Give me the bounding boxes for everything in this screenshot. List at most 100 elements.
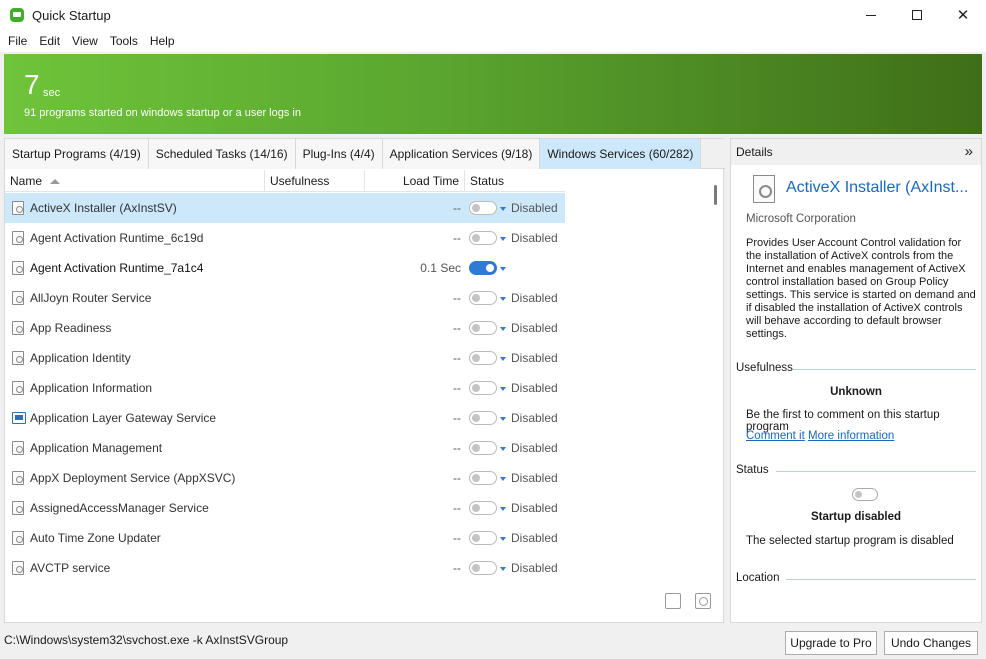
chevron-down-icon[interactable]	[500, 537, 506, 541]
chevron-down-icon[interactable]	[500, 447, 506, 451]
detail-title: ActiveX Installer (AxInst...	[786, 179, 969, 196]
chevron-down-icon[interactable]	[500, 237, 506, 241]
location-divider	[786, 579, 976, 580]
chevron-down-icon[interactable]	[500, 387, 506, 391]
detail-company: Microsoft Corporation	[746, 213, 856, 225]
column-header: Name Usefulness Load Time Status	[5, 170, 565, 192]
row-load-time: --	[453, 471, 461, 485]
chevron-down-icon[interactable]	[500, 567, 506, 571]
add-program-icon[interactable]	[665, 593, 681, 609]
row-status: Disabled	[511, 411, 558, 425]
chevron-down-icon[interactable]	[500, 357, 506, 361]
column-load-time[interactable]: Load Time	[365, 170, 465, 192]
status-bar: C:\Windows\system32\svchost.exe -k AxIns…	[0, 626, 986, 659]
service-icon	[12, 441, 24, 455]
tab-application-services[interactable]: Application Services (9/18)	[382, 139, 541, 169]
row-name: ActiveX Installer (AxInstSV)	[30, 201, 177, 215]
startup-toggle[interactable]	[469, 261, 497, 275]
menu-help[interactable]: Help	[144, 34, 181, 48]
row-status: Disabled	[511, 231, 558, 245]
upgrade-to-pro-button[interactable]: Upgrade to Pro	[785, 631, 877, 655]
table-row[interactable]: AssignedAccessManager Service -- Disabled	[5, 493, 565, 523]
menu-tools[interactable]: Tools	[104, 34, 144, 48]
chevron-down-icon[interactable]	[500, 417, 506, 421]
softpedia-watermark: SOFTPEDIA	[790, 606, 890, 623]
startup-toggle[interactable]	[469, 561, 497, 575]
startup-toggle[interactable]	[469, 351, 497, 365]
column-usefulness[interactable]: Usefulness	[265, 170, 365, 192]
startup-toggle[interactable]	[469, 441, 497, 455]
table-row[interactable]: Agent Activation Runtime_6c19d -- Disabled	[5, 223, 565, 253]
row-load-time: --	[453, 351, 461, 365]
row-name: Application Information	[30, 381, 153, 395]
service-icon	[12, 531, 24, 545]
status-note: The selected startup program is disabled	[746, 535, 954, 547]
chevron-down-icon[interactable]	[500, 267, 506, 271]
column-name[interactable]: Name	[5, 170, 265, 192]
table-row[interactable]: AppX Deployment Service (AppXSVC) -- Disab…	[5, 463, 565, 493]
chevron-down-icon[interactable]	[500, 297, 506, 301]
menu-edit[interactable]: Edit	[33, 34, 66, 48]
startup-toggle[interactable]	[469, 471, 497, 485]
minimize-button[interactable]	[848, 0, 894, 30]
status-divider	[776, 471, 976, 472]
startup-toggle[interactable]	[469, 321, 497, 335]
undo-changes-button[interactable]: Undo Changes	[884, 631, 978, 655]
table-row[interactable]: Application Management -- Disabled	[5, 433, 565, 463]
table-row[interactable]: Application Information -- Disabled	[5, 373, 565, 403]
chevron-down-icon[interactable]	[500, 507, 506, 511]
table-row[interactable]: Application Identity -- Disabled	[5, 343, 565, 373]
location-section-label: Location	[736, 572, 780, 584]
more-information-link[interactable]: More information	[808, 430, 894, 442]
column-status[interactable]: Status	[465, 170, 565, 192]
startup-toggle[interactable]	[469, 381, 497, 395]
tab-plug-ins[interactable]: Plug-Ins (4/4)	[295, 139, 383, 169]
close-button[interactable]: ✕	[940, 0, 986, 30]
startup-time-unit: sec	[43, 87, 61, 99]
startup-toggle[interactable]	[469, 501, 497, 515]
status-value: Startup disabled	[810, 511, 902, 523]
row-load-time: --	[453, 501, 461, 515]
row-load-time: --	[453, 381, 461, 395]
row-status: Disabled	[511, 201, 558, 215]
vertical-scrollbar[interactable]	[710, 179, 724, 584]
table-row[interactable]: AVCTP service -- Disabled	[5, 553, 565, 583]
tab-scheduled-tasks[interactable]: Scheduled Tasks (14/16)	[148, 139, 296, 169]
maximize-button[interactable]	[894, 0, 940, 30]
table-row[interactable]: AllJoyn Router Service -- Disabled	[5, 283, 565, 313]
startup-toggle[interactable]	[469, 531, 497, 545]
service-icon	[12, 561, 24, 575]
startup-summary: 91 programs started on windows startup o…	[24, 107, 301, 119]
table-row[interactable]: App Readiness -- Disabled	[5, 313, 565, 343]
row-status: Disabled	[511, 531, 558, 545]
startup-toggle[interactable]	[469, 411, 497, 425]
chevron-down-icon[interactable]	[500, 327, 506, 331]
menu-file[interactable]: File	[2, 34, 33, 48]
startup-status-toggle[interactable]	[852, 488, 878, 501]
menu-view[interactable]: View	[66, 34, 104, 48]
row-status: Disabled	[511, 561, 558, 575]
startup-time-banner: 7 sec 91 programs started on windows sta…	[4, 54, 982, 134]
startup-toggle[interactable]	[469, 201, 497, 215]
tab-startup-programs[interactable]: Startup Programs (4/19)	[5, 139, 149, 169]
row-name: AVCTP service	[30, 561, 111, 575]
table-row[interactable]: Agent Activation Runtime_7a1c4 0.1 Sec	[5, 253, 565, 283]
row-name: AppX Deployment Service (AppXSVC)	[30, 471, 236, 485]
row-status: Disabled	[511, 291, 558, 305]
row-name: Application Identity	[30, 351, 131, 365]
service-icon	[12, 291, 24, 305]
collapse-details-icon[interactable]: »	[965, 143, 973, 160]
table-row[interactable]: Auto Time Zone Updater -- Disabled	[5, 523, 565, 553]
chevron-down-icon[interactable]	[500, 477, 506, 481]
startup-toggle[interactable]	[469, 231, 497, 245]
row-name: Application Management	[30, 441, 163, 455]
startup-toggle[interactable]	[469, 291, 497, 305]
comment-link[interactable]: Comment it	[746, 430, 805, 442]
row-load-time: --	[453, 441, 461, 455]
search-online-icon[interactable]	[695, 593, 711, 609]
scrollbar-thumb[interactable]	[714, 185, 717, 205]
table-row[interactable]: ActiveX Installer (AxInstSV) -- Disabled	[5, 193, 565, 223]
tab-windows-services[interactable]: Windows Services (60/282)	[540, 139, 702, 169]
chevron-down-icon[interactable]	[500, 207, 506, 211]
table-row[interactable]: Application Layer Gateway Service -- Disab…	[5, 403, 565, 433]
